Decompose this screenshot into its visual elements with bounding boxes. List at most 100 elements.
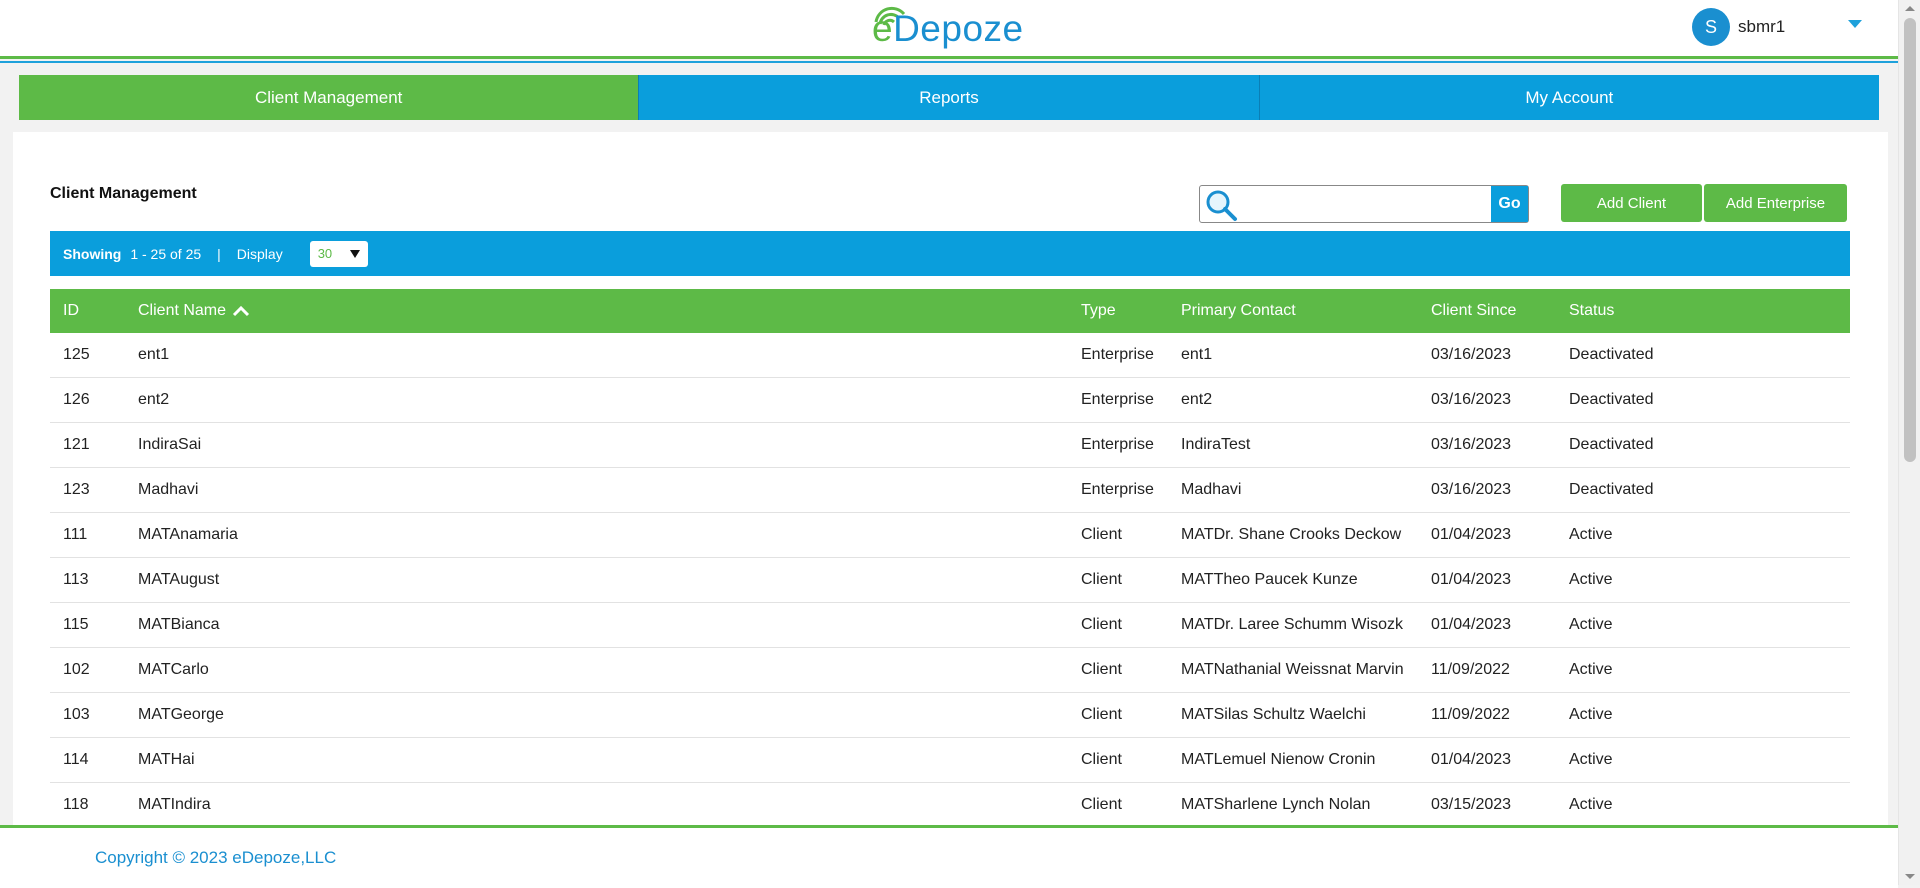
column-header-type[interactable]: Type: [1081, 289, 1181, 333]
cell-type: Client: [1081, 782, 1181, 828]
page-scrollbar[interactable]: [1898, 0, 1920, 885]
cell-id: 114: [50, 737, 138, 783]
cell-client-name[interactable]: ent2: [138, 377, 1081, 423]
cell-status: Active: [1569, 692, 1850, 738]
column-header-client-name-label: Client Name: [138, 302, 227, 319]
cell-type: Enterprise: [1081, 422, 1181, 468]
page-size-select[interactable]: 30: [309, 240, 368, 267]
tab-reports[interactable]: Reports: [638, 75, 1259, 120]
search-box[interactable]: Go: [1199, 185, 1529, 223]
cell-status: Active: [1569, 647, 1850, 693]
table-row[interactable]: 123 Madhavi Enterprise Madhavi 03/16/2023 Dea…: [50, 467, 1850, 513]
go-button[interactable]: Go: [1491, 186, 1528, 222]
cell-client-name[interactable]: MATAnamaria: [138, 512, 1081, 558]
column-header-client-since[interactable]: Client Since: [1431, 289, 1569, 333]
showing-label: Showing: [63, 245, 122, 262]
cell-id: 126: [50, 377, 138, 423]
add-client-button[interactable]: Add Client: [1561, 184, 1702, 222]
cell-type: Client: [1081, 602, 1181, 648]
table-row[interactable]: 126 ent2 Enterprise ent2 03/16/2023 Deactivat…: [50, 377, 1850, 423]
cell-client-since: 11/09/2022: [1431, 647, 1569, 693]
page-title: Client Management: [50, 185, 197, 202]
cell-type: Client: [1081, 647, 1181, 693]
search-input[interactable]: [1242, 188, 1476, 220]
cell-id: 115: [50, 602, 138, 648]
cell-client-name[interactable]: MATHai: [138, 737, 1081, 783]
cell-primary-contact: ent2: [1181, 377, 1431, 423]
avatar[interactable]: S: [1692, 8, 1730, 46]
table-row[interactable]: 118 MATIndira Client MATSharlene Lynch Nola…: [50, 782, 1850, 828]
cell-client-since: 03/15/2023: [1431, 782, 1569, 828]
chevron-down-icon[interactable]: [1848, 20, 1862, 28]
column-header-primary-contact[interactable]: Primary Contact: [1181, 289, 1431, 333]
cell-client-since: 01/04/2023: [1431, 602, 1569, 648]
cell-client-name[interactable]: IndiraSai: [138, 422, 1081, 468]
cell-client-name[interactable]: MATGeorge: [138, 692, 1081, 738]
cell-status: Deactivated: [1569, 377, 1850, 423]
cell-client-name[interactable]: MATBianca: [138, 602, 1081, 648]
table-row[interactable]: 114 MATHai Client MATLemuel Nienow Cronin 01…: [50, 737, 1850, 783]
cell-id: 123: [50, 467, 138, 513]
column-header-id[interactable]: ID: [50, 289, 138, 333]
cell-client-name[interactable]: MATIndira: [138, 782, 1081, 828]
search-icon: [1206, 190, 1237, 221]
cell-status: Deactivated: [1569, 422, 1850, 468]
cell-primary-contact: IndiraTest: [1181, 422, 1431, 468]
add-enterprise-button[interactable]: Add Enterprise: [1704, 184, 1847, 222]
cell-type: Enterprise: [1081, 377, 1181, 423]
footer: Copyright © 2023 eDepoze,LLC: [0, 825, 1898, 888]
cell-status: Active: [1569, 782, 1850, 828]
cell-client-name[interactable]: MATCarlo: [138, 647, 1081, 693]
table-row[interactable]: 121 IndiraSai Enterprise IndiraTest 03/16/20…: [50, 422, 1850, 468]
cell-client-since: 03/16/2023: [1431, 422, 1569, 468]
cell-type: Client: [1081, 692, 1181, 738]
table-row[interactable]: 103 MATGeorge Client MATSilas Schultz Waelc…: [50, 692, 1850, 738]
cell-primary-contact: MATNathanial Weissnat Marvin: [1181, 647, 1431, 693]
clients-table: ID Client Name Type Primary Contact Clie…: [50, 289, 1850, 828]
tab-client-management[interactable]: Client Management: [19, 75, 639, 120]
cell-type: Client: [1081, 737, 1181, 783]
scroll-up-icon[interactable]: [1905, 6, 1915, 11]
cell-primary-contact: Madhavi: [1181, 467, 1431, 513]
cell-client-since: 11/09/2022: [1431, 692, 1569, 738]
table-row[interactable]: 113 MATAugust Client MATTheo Paucek Kunze 01…: [50, 557, 1850, 603]
table-row[interactable]: 111 MATAnamaria Client MATDr. Shane Crooks …: [50, 512, 1850, 558]
cell-primary-contact: MATLemuel Nienow Cronin: [1181, 737, 1431, 783]
cell-client-since: 01/04/2023: [1431, 557, 1569, 603]
username[interactable]: sbmr1: [1738, 17, 1785, 37]
cell-client-name[interactable]: Madhavi: [138, 467, 1081, 513]
column-header-client-name[interactable]: Client Name: [138, 289, 1081, 333]
cell-primary-contact: MATSharlene Lynch Nolan: [1181, 782, 1431, 828]
cell-id: 102: [50, 647, 138, 693]
cell-type: Client: [1081, 557, 1181, 603]
cell-client-name[interactable]: MATAugust: [138, 557, 1081, 603]
scrollbar-thumb[interactable]: [1904, 18, 1916, 462]
cell-status: Active: [1569, 737, 1850, 783]
cell-status: Active: [1569, 512, 1850, 558]
cell-status: Deactivated: [1569, 333, 1850, 378]
table-row[interactable]: 125 ent1 Enterprise ent1 03/16/2023 Deactivat…: [50, 333, 1850, 378]
cell-client-since: 01/04/2023: [1431, 737, 1569, 783]
cell-client-name[interactable]: ent1: [138, 333, 1081, 378]
sort-ascending-icon[interactable]: [232, 305, 250, 317]
cell-primary-contact: MATDr. Laree Schumm Wisozk: [1181, 602, 1431, 648]
cell-type: Enterprise: [1081, 467, 1181, 513]
showing-range: 1 - 25 of 25: [130, 245, 202, 262]
logo-depoze: Depoze: [893, 8, 1024, 49]
scroll-down-icon[interactable]: [1905, 874, 1915, 879]
user-menu[interactable]: S sbmr1: [1692, 8, 1785, 46]
page-size-value: 30: [317, 246, 333, 261]
cell-id: 111: [50, 512, 138, 558]
main-nav: Client Management Reports My Account: [19, 75, 1879, 120]
edepoze-logo[interactable]: eDepoze: [870, 4, 1024, 52]
table-row[interactable]: 102 MATCarlo Client MATNathanial Weissnat M…: [50, 647, 1850, 693]
cell-primary-contact: MATDr. Shane Crooks Deckow: [1181, 512, 1431, 558]
cell-primary-contact: MATSilas Schultz Waelchi: [1181, 692, 1431, 738]
cell-id: 118: [50, 782, 138, 828]
table-row[interactable]: 115 MATBianca Client MATDr. Laree Schumm Wi…: [50, 602, 1850, 648]
cell-type: Client: [1081, 512, 1181, 558]
tab-my-account[interactable]: My Account: [1258, 75, 1879, 120]
column-header-status[interactable]: Status: [1569, 289, 1850, 333]
cell-id: 113: [50, 557, 138, 603]
cell-status: Deactivated: [1569, 467, 1850, 513]
